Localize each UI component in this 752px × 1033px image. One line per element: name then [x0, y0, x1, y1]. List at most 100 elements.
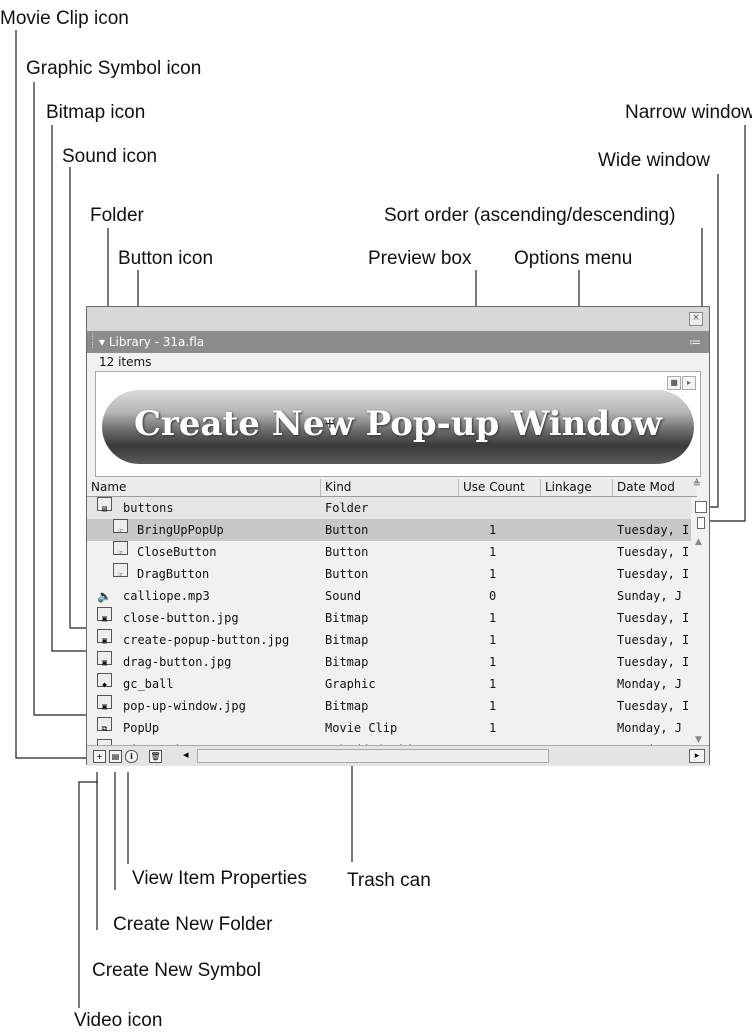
item-kind: Folder — [325, 501, 369, 515]
item-name: close-button.jpg — [123, 611, 239, 625]
create-new-symbol-icon[interactable]: + — [93, 750, 106, 763]
list-item[interactable]: ▣ close-button.jpg Bitmap 1 Tuesday, I — [87, 607, 691, 629]
button-icon: ☞ — [113, 519, 128, 535]
item-use-count: 1 — [489, 721, 497, 735]
item-name: BringUpPopUp — [137, 523, 224, 537]
scroll-right-icon[interactable]: ▸ — [689, 749, 705, 763]
trash-can-label: Trash can — [347, 870, 431, 891]
item-use-count: 1 — [489, 545, 497, 559]
list-item[interactable]: ⧉ PopUp Movie Clip 1 Monday, J — [87, 717, 691, 739]
options-menu-icon[interactable]: ≔ — [689, 331, 701, 353]
button-icon: ☞ — [113, 541, 128, 557]
item-date: Monday, J — [617, 721, 683, 735]
item-use-count: 1 — [489, 611, 497, 625]
column-header: Name Kind Use Count Linkage Date Mod — [87, 479, 697, 497]
item-name: pop-up-window.jpg — [123, 699, 246, 713]
item-kind: Button — [325, 523, 369, 537]
horizontal-scrollbar[interactable] — [197, 749, 549, 763]
item-name: gc_ball — [123, 677, 174, 691]
item-name: drag-button.jpg — [123, 655, 232, 669]
item-use-count: 1 — [489, 567, 497, 581]
view-item-properties-label: View Item Properties — [132, 868, 307, 889]
play-icon[interactable]: ▸ — [682, 376, 696, 390]
item-name: PopUp — [123, 721, 160, 735]
list-item[interactable]: 🔈 calliope.mp3 Sound 0 Sunday, J — [87, 585, 691, 607]
sound-icon-label: Sound icon — [62, 146, 158, 167]
item-name: create-popup-button.jpg — [123, 633, 290, 647]
column-name[interactable]: Name — [87, 479, 321, 496]
bitmap-icon: ▣ — [97, 651, 112, 667]
close-icon[interactable]: × — [689, 312, 703, 326]
narrow-window-label: Narrow window — [625, 102, 752, 123]
list-item[interactable]: ☞ CloseButton Button 1 Tuesday, I — [87, 541, 691, 563]
item-use-count: 1 — [489, 655, 497, 669]
video-icon-label: Video icon — [74, 1010, 163, 1031]
graphic-symbol-icon-label: Graphic Symbol icon — [26, 58, 202, 79]
sort-order-label: Sort order (ascending/descending) — [384, 205, 676, 226]
item-kind: Bitmap — [325, 699, 369, 713]
list-item[interactable]: ▣ pop-up-window.jpg Bitmap 1 Tuesday, I — [87, 695, 691, 717]
column-date-modified[interactable]: Date Mod — [613, 479, 697, 496]
grip-icon[interactable]: ⁝ ⁝ — [91, 333, 94, 351]
options-menu-label: Options menu — [514, 248, 633, 269]
item-name: DragButton — [137, 567, 210, 581]
stop-icon[interactable]: ■ — [667, 376, 681, 390]
movie-clip-icon-label: Movie Clip icon — [0, 8, 129, 29]
bitmap-icon: ▣ — [97, 607, 112, 623]
preview-button-graphic: Create New Pop-up Window — [102, 390, 694, 464]
scroll-left-icon[interactable]: ◂ — [183, 748, 189, 761]
narrow-window-button[interactable] — [697, 517, 705, 529]
movie-clip-icon: ⧉ — [97, 717, 112, 733]
library-title-text: Library - 31a.fla — [108, 335, 205, 349]
item-use-count: 0 — [489, 589, 497, 603]
bitmap-icon: ▣ — [97, 695, 112, 711]
column-use-count[interactable]: Use Count — [459, 479, 541, 496]
item-kind: Bitmap — [325, 633, 369, 647]
scroll-up-icon[interactable]: ▲ — [695, 537, 702, 547]
wide-window-label: Wide window — [598, 150, 710, 171]
folder-label: Folder — [90, 205, 144, 226]
item-kind: Graphic — [325, 677, 376, 691]
item-date: Tuesday, I — [617, 523, 690, 537]
crosshair-icon: + — [324, 416, 336, 432]
list-item[interactable]: ☞ DragButton Button 1 Tuesday, I — [87, 563, 691, 585]
list-item[interactable]: ▣ create-popup-button.jpg Bitmap 1 Tuesd… — [87, 629, 691, 651]
column-linkage[interactable]: Linkage — [541, 479, 613, 496]
folder-icon: ▤ — [97, 497, 112, 513]
wide-window-button[interactable] — [695, 501, 707, 513]
trash-can-icon[interactable]: 🗑 — [149, 750, 162, 763]
library-title: ▾ Library - 31a.fla — [99, 335, 205, 349]
item-name: CloseButton — [137, 545, 217, 559]
graphic-icon: ◆ — [97, 673, 112, 689]
scroll-down-icon[interactable]: ▼ — [695, 735, 702, 745]
item-date: Sunday, J — [617, 589, 683, 603]
sort-order-button[interactable]: ≜ — [693, 479, 701, 490]
sound-icon: 🔈 — [97, 589, 112, 603]
library-panel: × ⁝ ⁝ ▾ Library - 31a.fla ≔ 12 items ■ ▸ C… — [86, 306, 710, 766]
preview-box: ■ ▸ Create New Pop-up Window + — [95, 371, 701, 477]
view-item-properties-icon[interactable]: i — [125, 750, 138, 763]
list-item[interactable]: ▣ drag-button.jpg Bitmap 1 Tuesday, I — [87, 651, 691, 673]
item-use-count: 1 — [489, 677, 497, 691]
preview-controls: ■ ▸ — [666, 376, 696, 390]
list-item[interactable]: ▤ buttons Folder — [87, 497, 691, 519]
preview-box-label: Preview box — [368, 248, 472, 269]
list-item[interactable]: ☞ BringUpPopUp Button 1 Tuesday, I — [87, 519, 691, 541]
preview-text: Create New Pop-up Window — [133, 404, 663, 444]
vertical-scrollbar[interactable]: ▲ ▼ — [693, 497, 707, 747]
list-item[interactable]: ◆ gc_ball Graphic 1 Monday, J — [87, 673, 691, 695]
item-count: 12 items — [99, 355, 152, 369]
create-new-folder-label: Create New Folder — [113, 914, 273, 935]
item-kind: Bitmap — [325, 611, 369, 625]
item-date: Tuesday, I — [617, 633, 690, 647]
bitmap-icon-label: Bitmap icon — [46, 102, 146, 123]
create-new-folder-icon[interactable]: ▤ — [109, 750, 122, 763]
item-date: Tuesday, I — [617, 699, 690, 713]
library-title-bar[interactable]: ⁝ ⁝ ▾ Library - 31a.fla ≔ — [87, 331, 709, 353]
button-icon-label: Button icon — [118, 248, 214, 269]
item-use-count: 1 — [489, 633, 497, 647]
item-date: Tuesday, I — [617, 545, 690, 559]
button-icon: ☞ — [113, 563, 128, 579]
column-kind[interactable]: Kind — [321, 479, 459, 496]
create-new-symbol-label: Create New Symbol — [92, 960, 261, 981]
